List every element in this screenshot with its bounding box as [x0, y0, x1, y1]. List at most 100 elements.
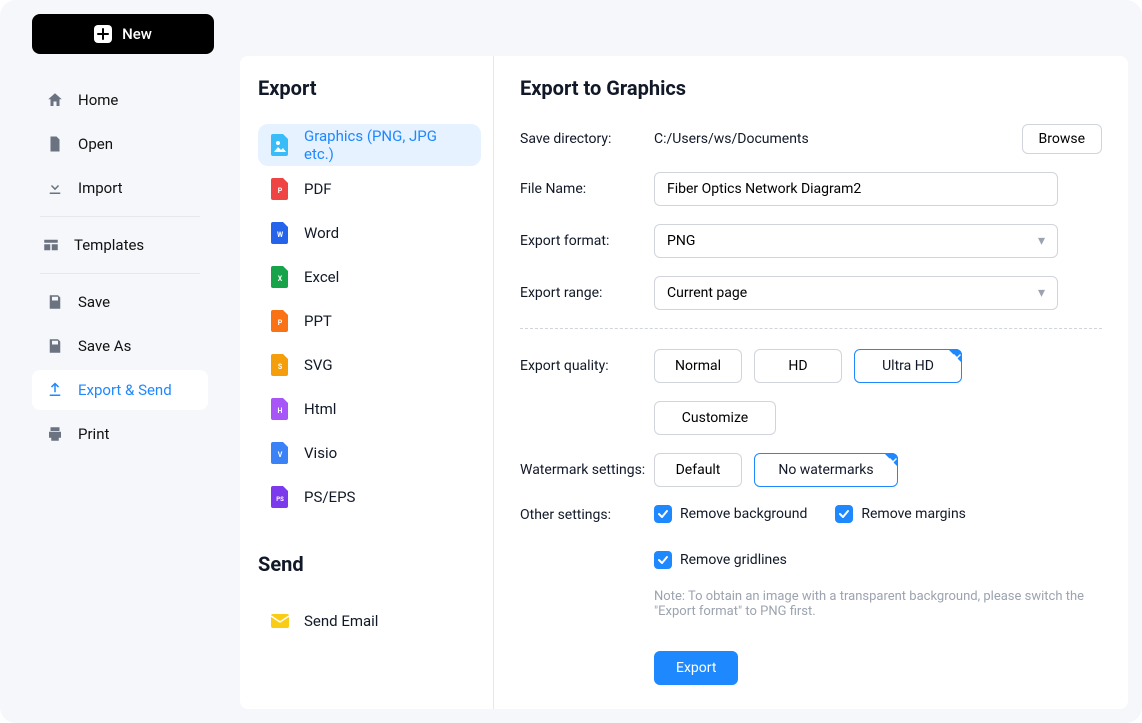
check-corner-icon [948, 349, 962, 363]
quality-option-label: Ultra HD [882, 358, 934, 374]
divider [520, 328, 1102, 329]
export-format-value: PNG [667, 233, 695, 249]
customize-button[interactable]: Customize [654, 401, 776, 435]
svg-text:H: H [278, 407, 283, 415]
print-icon [46, 425, 64, 443]
format-item-pseps[interactable]: PS PS/EPS [258, 476, 481, 518]
svg-file-icon: S [270, 354, 290, 376]
svg-text:V: V [278, 451, 283, 459]
sidebar-item-label: Print [78, 425, 109, 443]
svg-text:P: P [278, 319, 283, 327]
templates-icon [42, 236, 60, 254]
row-watermark: Watermark settings: Default No watermark… [520, 453, 1102, 487]
format-item-label: PDF [304, 180, 332, 198]
save-icon [46, 293, 64, 311]
export-form-panel: Export to Graphics Save directory: C:/Us… [494, 56, 1128, 709]
checkmark-icon [835, 505, 853, 523]
format-item-word[interactable]: W Word [258, 212, 481, 254]
checkbox-remove-gridlines[interactable]: Remove gridlines [654, 551, 787, 569]
new-button-label: New [122, 25, 152, 43]
checkbox-remove-margins[interactable]: Remove margins [835, 505, 966, 523]
format-item-visio[interactable]: V Visio [258, 432, 481, 474]
format-item-graphics[interactable]: Graphics (PNG, JPG etc.) [258, 124, 481, 166]
export-section-title: Export [258, 76, 481, 100]
format-item-svg[interactable]: S SVG [258, 344, 481, 386]
format-item-ppt[interactable]: P PPT [258, 300, 481, 342]
sidebar-group-1: Home Open Import [14, 80, 226, 208]
format-item-html[interactable]: H Html [258, 388, 481, 430]
format-item-label: Graphics (PNG, JPG etc.) [304, 127, 469, 163]
sidebar-item-open[interactable]: Open [32, 124, 208, 164]
label-watermark: Watermark settings: [520, 462, 654, 478]
sidebar-item-label: Open [78, 135, 113, 153]
sidebar-item-save[interactable]: Save [32, 282, 208, 322]
row-export-range: Export range: Current page ▾ [520, 276, 1102, 310]
send-item-email[interactable]: Send Email [258, 600, 481, 642]
divider [40, 216, 200, 217]
format-item-label: SVG [304, 356, 333, 374]
file-name-field[interactable] [654, 172, 1058, 206]
sidebar-item-templates[interactable]: Templates [28, 225, 212, 265]
export-range-select[interactable]: Current page ▾ [654, 276, 1058, 310]
checkbox-remove-background[interactable]: Remove background [654, 505, 807, 523]
watermark-option-default[interactable]: Default [654, 453, 742, 487]
app-window: New Home Open Import Templates [0, 0, 1142, 723]
quality-option-hd[interactable]: HD [754, 349, 842, 383]
html-file-icon: H [270, 398, 290, 420]
format-item-label: PS/EPS [304, 488, 355, 506]
sidebar-item-label: Save As [78, 337, 131, 355]
excel-file-icon: X [270, 266, 290, 288]
quality-option-ultra-hd[interactable]: Ultra HD [854, 349, 962, 383]
image-file-icon [270, 134, 290, 156]
home-icon [46, 91, 64, 109]
label-export-quality: Export quality: [520, 358, 654, 374]
check-corner-icon [884, 453, 898, 467]
saveas-icon [46, 337, 64, 355]
format-item-pdf[interactable]: P PDF [258, 168, 481, 210]
checkbox-label: Remove gridlines [680, 552, 787, 568]
sidebar-item-label: Save [78, 293, 110, 311]
label-file-name: File Name: [520, 181, 654, 197]
export-format-panel: Export Graphics (PNG, JPG etc.) P PDF W … [240, 56, 494, 709]
svg-text:X: X [278, 275, 283, 283]
checkbox-label: Remove margins [861, 506, 966, 522]
ps-file-icon: PS [270, 486, 290, 508]
export-range-value: Current page [667, 285, 747, 301]
row-export-format: Export format: PNG ▾ [520, 224, 1102, 258]
pdf-file-icon: P [270, 178, 290, 200]
format-item-excel[interactable]: X Excel [258, 256, 481, 298]
sidebar: New Home Open Import Templates [0, 0, 240, 723]
divider [40, 273, 200, 274]
plus-icon [94, 25, 112, 43]
chevron-down-icon: ▾ [1038, 285, 1045, 301]
value-save-directory: C:/Users/ws/Documents [654, 131, 809, 147]
export-button[interactable]: Export [654, 651, 738, 685]
sidebar-item-print[interactable]: Print [32, 414, 208, 454]
quality-option-normal[interactable]: Normal [654, 349, 742, 383]
checkmark-icon [654, 505, 672, 523]
label-export-range: Export range: [520, 285, 654, 301]
browse-button[interactable]: Browse [1022, 124, 1102, 154]
export-format-select[interactable]: PNG ▾ [654, 224, 1058, 258]
export-icon [46, 381, 64, 399]
svg-text:PS: PS [276, 496, 284, 503]
sidebar-item-saveas[interactable]: Save As [32, 326, 208, 366]
row-file-name: File Name: [520, 172, 1102, 206]
new-button[interactable]: New [32, 14, 214, 54]
sidebar-item-label: Import [78, 179, 123, 197]
format-item-label: Excel [304, 268, 339, 286]
sidebar-item-label: Export & Send [78, 381, 172, 399]
sidebar-item-home[interactable]: Home [32, 80, 208, 120]
word-file-icon: W [270, 222, 290, 244]
sidebar-item-label: Templates [74, 236, 144, 254]
checkbox-label: Remove background [680, 506, 807, 522]
watermark-option-none[interactable]: No watermarks [754, 453, 898, 487]
visio-file-icon: V [270, 442, 290, 464]
mail-icon [270, 610, 290, 632]
import-icon [46, 179, 64, 197]
sidebar-item-import[interactable]: Import [32, 168, 208, 208]
format-item-label: Word [304, 224, 339, 242]
watermark-option-label: No watermarks [778, 462, 873, 478]
format-item-label: Visio [304, 444, 337, 462]
sidebar-item-export-send[interactable]: Export & Send [32, 370, 208, 410]
